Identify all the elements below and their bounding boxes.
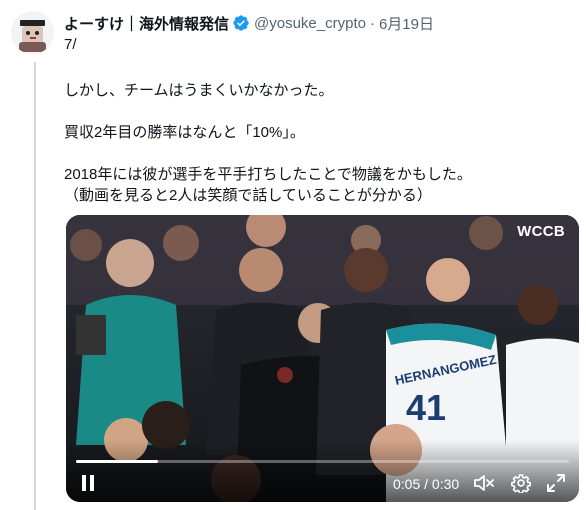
tweet-line-1: しかし、チームはうまくいかなかった。 <box>64 82 334 99</box>
video-time: 0:05 / 0:30 <box>393 476 460 492</box>
fullscreen-icon <box>547 474 565 492</box>
display-name[interactable]: よーすけ｜海外情報発信 <box>64 13 229 34</box>
video-controls: 0:05 / 0:30 <box>66 440 579 502</box>
gear-icon <box>511 474 531 493</box>
video-watermark: WCCB <box>517 223 565 240</box>
tweet-text: しかし、チームはうまくいかなかった。 買収2年目の勝率はなんと「10%」。 20… <box>64 80 574 206</box>
thread-connector-line <box>34 62 36 510</box>
video-player[interactable]: HERNANGOMEZ 41 WCCB 0:05 / 0:30 <box>66 215 579 502</box>
mute-button[interactable] <box>472 472 496 494</box>
tweet-header: よーすけ｜海外情報発信 @yosuke_crypto · 6月19日 <box>64 13 434 33</box>
jersey-number-text: 41 <box>406 387 446 428</box>
volume-muted-icon <box>474 475 494 491</box>
thread-index: 7/ <box>64 36 77 53</box>
tweet-line-2: 買収2年目の勝率はなんと「10%」。 <box>64 124 305 141</box>
avatar-image <box>11 11 54 54</box>
avatar[interactable] <box>11 11 54 54</box>
header-separator: · <box>369 14 375 32</box>
user-handle[interactable]: @yosuke_crypto <box>254 15 366 32</box>
video-progress-fill <box>76 460 159 463</box>
fullscreen-button[interactable] <box>544 472 568 494</box>
pause-button[interactable] <box>78 472 98 494</box>
tweet-line-4: （動画を見ると2人は笑顔で話していることが分かる） <box>64 187 432 204</box>
verified-badge-icon <box>232 14 250 32</box>
video-progress-bar[interactable] <box>76 460 569 463</box>
tweet-line-3: 2018年には彼が選手を平手打ちしたことで物議をかもした。 <box>64 166 472 183</box>
tweet-date[interactable]: 6月19日 <box>379 13 434 34</box>
pause-icon <box>82 475 94 491</box>
settings-button[interactable] <box>509 472 533 494</box>
